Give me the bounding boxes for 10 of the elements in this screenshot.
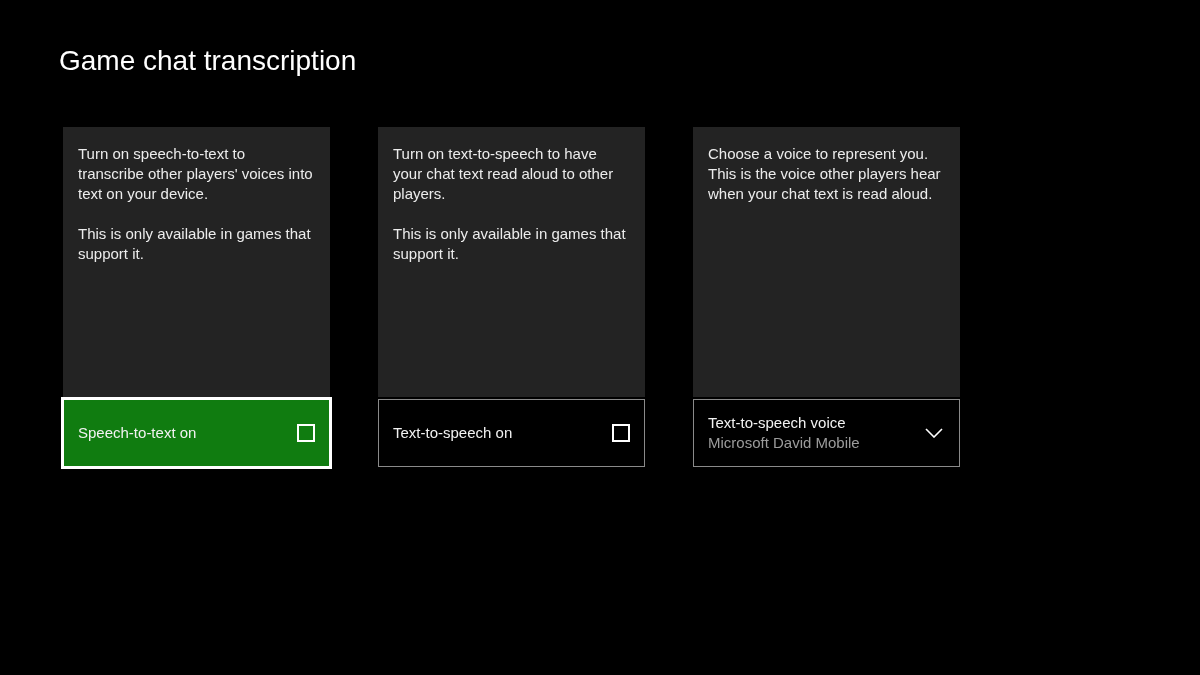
description-text: Turn on text-to-speech to have your chat text read aloud to other players. bbox=[393, 144, 615, 204]
toggle-button[interactable]: Text-to-speech on bbox=[378, 399, 645, 467]
description-text: Choose a voice to represent you. This is the voice other players hear when your chat text is read aloud. bbox=[708, 144, 942, 204]
page-title: Game chat transcription bbox=[59, 44, 357, 78]
voice-dropdown[interactable]: Text-to-speech voice Microsoft David Mobile bbox=[693, 399, 960, 467]
chevron-down-icon bbox=[925, 428, 943, 438]
description-text: Turn on speech-to-text to transcribe other players' voices into text on your device. bbox=[78, 144, 314, 204]
description-text: This is only available in games that support it. bbox=[78, 224, 312, 264]
toggle-button[interactable]: Speech-to-text on bbox=[63, 399, 330, 467]
description-text: This is only available in games that support it. bbox=[393, 224, 627, 264]
